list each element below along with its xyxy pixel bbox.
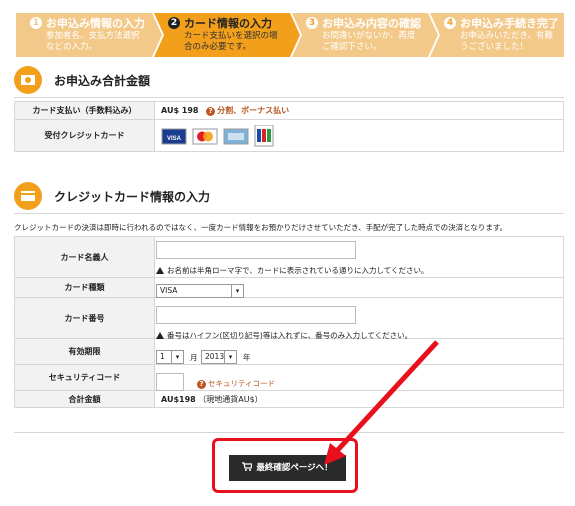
annotation-arrow (324, 340, 439, 465)
